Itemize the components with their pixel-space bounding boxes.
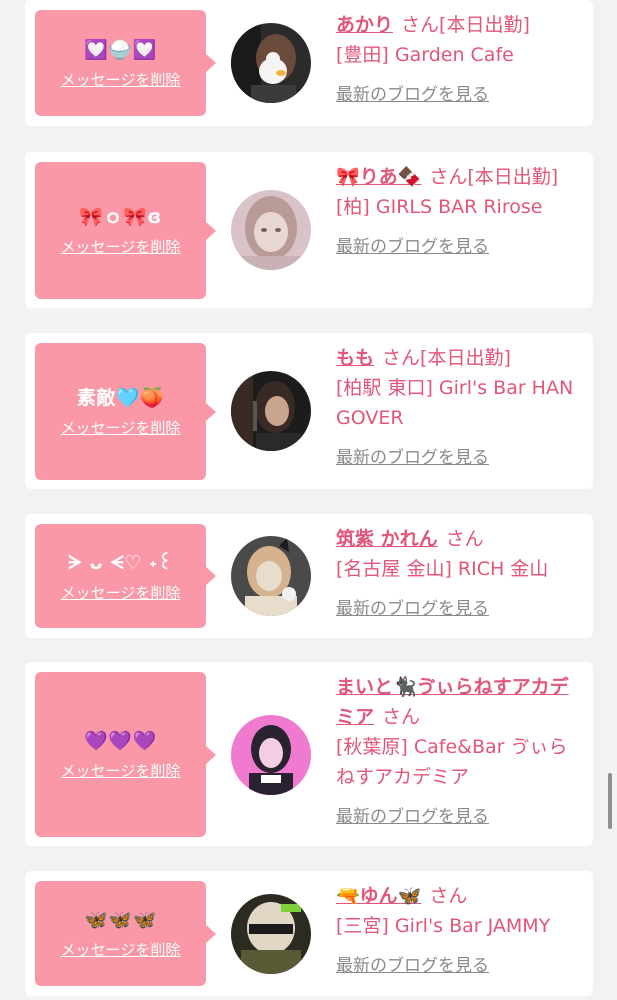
avatar[interactable] <box>231 190 311 270</box>
cast-card: 素敵🩵🍑 メッセージを削除 もも さん[本日出勤] [柏駅 東口] Girl's … <box>25 333 593 489</box>
cast-name-link[interactable]: あかり <box>336 14 393 36</box>
name-line: もも さん[本日出勤] <box>336 343 581 373</box>
shop-name: [豊田] Garden Cafe <box>336 44 514 66</box>
name-line: 🔫ゆん🦋 さん <box>336 881 581 911</box>
attendance-status: [本日出勤] <box>439 14 530 36</box>
shop-name: [柏] GIRLS BAR Rirose <box>336 196 543 218</box>
name-line: 🎀りあ🍫 さん[本日出勤] <box>336 162 581 192</box>
honorific: さん <box>382 347 421 369</box>
shop-name: [三宮] Girl's Bar JAMMY <box>336 915 551 937</box>
delete-message-link[interactable]: メッセージを削除 <box>61 760 181 781</box>
cast-info: 🔫ゆん🦋 さん [三宮] Girl's Bar JAMMY 最新のブログを見る <box>336 881 581 981</box>
cast-name-link[interactable]: 🎀りあ🍫 <box>336 166 421 188</box>
honorific: さん <box>429 885 468 907</box>
avatar-photo <box>231 371 311 451</box>
message-text: 🦋🦋🦋 <box>84 909 157 931</box>
latest-blog-link[interactable]: 最新のブログを見る <box>336 232 489 262</box>
attendance-status: [本日出勤] <box>420 347 511 369</box>
cast-info: もも さん[本日出勤] [柏駅 東口] Girl's Bar HANGOVER 最… <box>336 343 581 473</box>
avatar-photo <box>231 190 311 270</box>
message-bubble: 💟🍚💟 メッセージを削除 <box>35 10 216 116</box>
cast-name-link[interactable]: 筑紫 かれん <box>336 528 438 550</box>
delete-message-link[interactable]: メッセージを削除 <box>61 236 181 257</box>
latest-blog-link[interactable]: 最新のブログを見る <box>336 594 489 624</box>
honorific: さん <box>401 14 440 36</box>
message-bubble: 素敵🩵🍑 メッセージを削除 <box>35 343 216 480</box>
cast-card: 🎀ｏ🎀ɞ メッセージを削除 🎀りあ🍫 さん[本日出勤] [柏] GIRLS BAR… <box>25 152 593 308</box>
message-text: 💜💜💜 <box>84 730 157 752</box>
avatar-photo <box>231 715 311 795</box>
latest-blog-link[interactable]: 最新のブログを見る <box>336 951 489 981</box>
avatar-photo <box>231 23 311 103</box>
delete-message-link[interactable]: メッセージを削除 <box>61 417 181 438</box>
delete-message-link[interactable]: メッセージを削除 <box>61 69 181 90</box>
honorific: さん <box>445 528 484 550</box>
latest-blog-link[interactable]: 最新のブログを見る <box>336 80 489 110</box>
message-text: 素敵🩵🍑 <box>76 387 165 409</box>
latest-blog-link[interactable]: 最新のブログを見る <box>336 802 489 832</box>
message-bubble: ᗒ ᴗ ᗕ♡ ˖꒰ メッセージを削除 <box>35 524 216 628</box>
message-text: 🎀ｏ🎀ɞ <box>79 206 162 228</box>
name-line: あかり さん[本日出勤] <box>336 10 581 40</box>
avatar[interactable] <box>231 371 311 451</box>
cast-name-link[interactable]: 🔫ゆん🦋 <box>336 885 421 907</box>
favorite-cast-list: 💟🍚💟 メッセージを削除 あかり さん[本日出勤] [豊田] Garden Caf… <box>0 0 617 1000</box>
message-bubble: 🦋🦋🦋 メッセージを削除 <box>35 881 216 986</box>
cast-info: まいと🐈‍⬛ゔぃらねすアカデミア さん [秋葉原] Cafe&Bar ゔぃらねすア… <box>336 672 581 832</box>
scrollbar-thumb[interactable] <box>608 773 612 829</box>
avatar-photo <box>231 894 311 974</box>
message-text: ᗒ ᴗ ᗕ♡ ˖꒰ <box>68 551 173 574</box>
cast-name-link[interactable]: もも <box>336 347 374 369</box>
honorific: さん <box>382 706 421 728</box>
cast-card: 🦋🦋🦋 メッセージを削除 🔫ゆん🦋 さん [三宮] Girl's Bar JAMM… <box>25 871 593 996</box>
name-line: まいと🐈‍⬛ゔぃらねすアカデミア さん <box>336 672 581 732</box>
avatar[interactable] <box>231 715 311 795</box>
delete-message-link[interactable]: メッセージを削除 <box>61 582 181 603</box>
latest-blog-link[interactable]: 最新のブログを見る <box>336 443 489 473</box>
message-bubble: 💜💜💜 メッセージを削除 <box>35 672 216 837</box>
avatar-photo <box>231 536 311 616</box>
name-line: 筑紫 かれん さん <box>336 524 581 554</box>
honorific: さん <box>429 166 468 188</box>
delete-message-link[interactable]: メッセージを削除 <box>61 939 181 960</box>
avatar[interactable] <box>231 894 311 974</box>
shop-name: [柏駅 東口] Girl's Bar HANGOVER <box>336 377 574 429</box>
cast-name-link[interactable]: まいと🐈‍⬛ゔぃらねすアカデミア <box>336 676 569 728</box>
avatar[interactable] <box>231 23 311 103</box>
cast-card: 💟🍚💟 メッセージを削除 あかり さん[本日出勤] [豊田] Garden Caf… <box>25 0 593 126</box>
shop-name: [秋葉原] Cafe&Bar ゔぃらねすアカデミア <box>336 736 568 788</box>
cast-info: 筑紫 かれん さん [名古屋 金山] RICH 金山 最新のブログを見る <box>336 524 581 624</box>
avatar[interactable] <box>231 536 311 616</box>
message-text: 💟🍚💟 <box>84 38 157 61</box>
cast-info: あかり さん[本日出勤] [豊田] Garden Cafe 最新のブログを見る <box>336 10 581 110</box>
cast-info: 🎀りあ🍫 さん[本日出勤] [柏] GIRLS BAR Rirose 最新のブログ… <box>336 162 581 262</box>
message-bubble: 🎀ｏ🎀ɞ メッセージを削除 <box>35 162 216 299</box>
cast-card: 💜💜💜 メッセージを削除 まいと🐈‍⬛ゔぃらねすアカデミア さん [秋葉原] Ca… <box>25 662 593 846</box>
shop-name: [名古屋 金山] RICH 金山 <box>336 558 549 580</box>
cast-card: ᗒ ᴗ ᗕ♡ ˖꒰ メッセージを削除 筑紫 かれん さん [名古屋 金山] RIC… <box>25 514 593 638</box>
attendance-status: [本日出勤] <box>467 166 559 188</box>
